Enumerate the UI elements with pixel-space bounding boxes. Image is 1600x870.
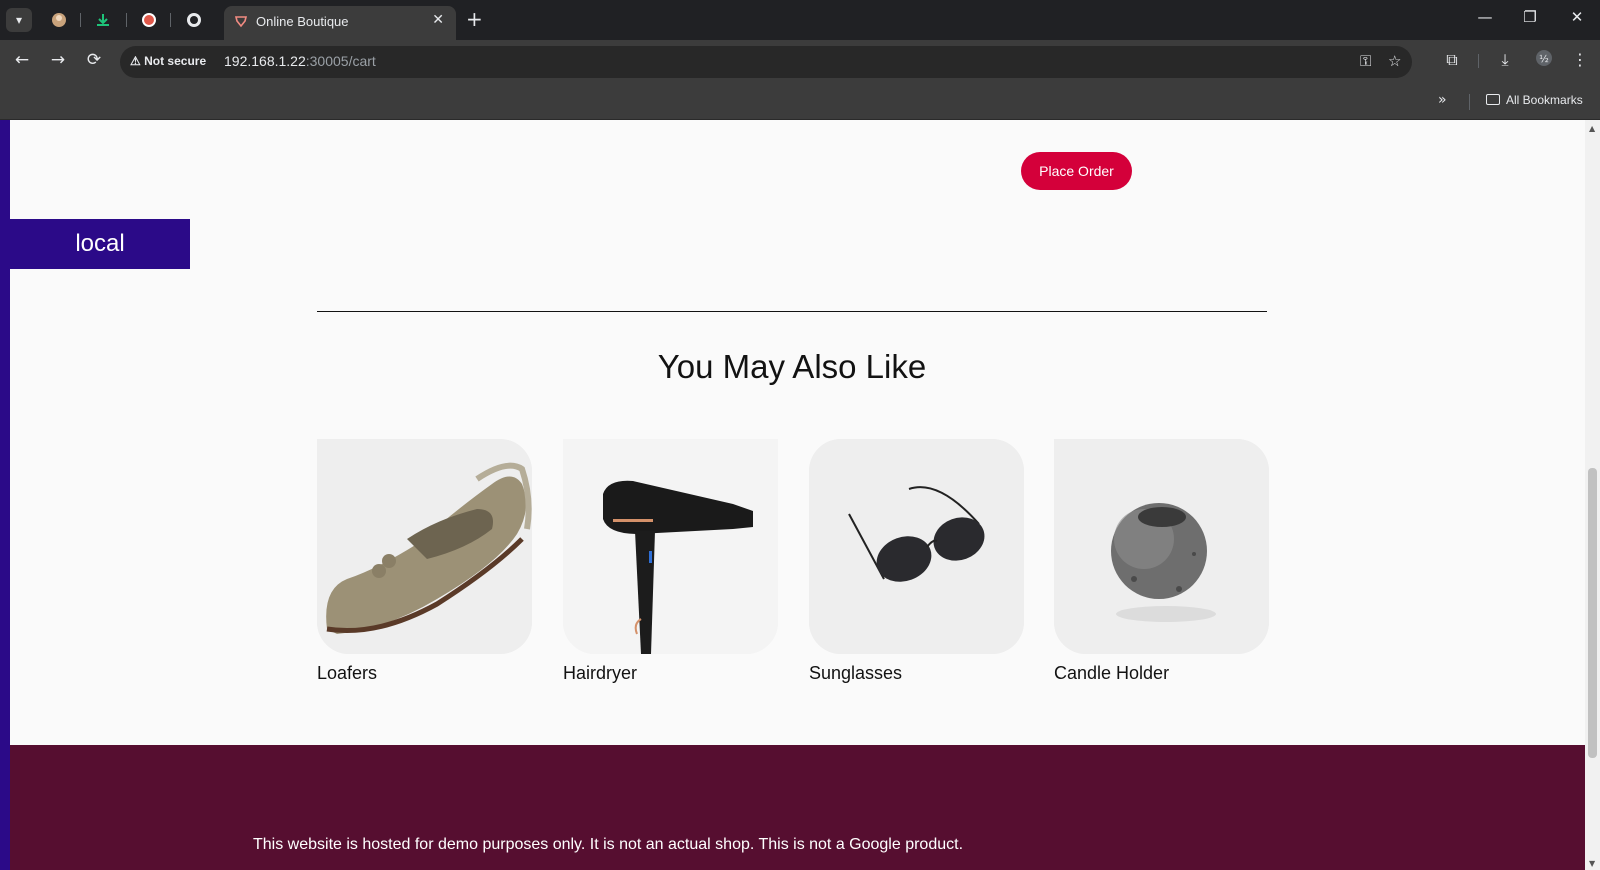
tab-separator <box>80 13 81 27</box>
product-card-sunglasses[interactable]: Sunglasses <box>809 439 1024 684</box>
environment-badge: local <box>10 219 190 269</box>
password-key-icon[interactable]: ⚿ <box>1360 52 1371 70</box>
security-label: Not secure <box>144 54 207 68</box>
address-bar[interactable]: ⚠ Not secure 192.168.1.22:30005/cart ⚿ ☆ <box>120 46 1412 78</box>
download-arrow-icon <box>97 14 109 26</box>
pinned-tab-github[interactable] <box>181 8 207 32</box>
product-name[interactable]: Loafers <box>317 663 532 684</box>
tab-separator <box>170 13 171 27</box>
hairdryer-image[interactable] <box>563 439 778 654</box>
section-divider <box>317 311 1267 312</box>
avatar-icon <box>52 13 66 27</box>
bookmarks-overflow-icon[interactable]: » <box>1438 92 1447 108</box>
warning-icon: ⚠ <box>130 54 141 68</box>
scroll-up-icon[interactable]: ▲ <box>1589 124 1595 133</box>
minimize-icon[interactable]: — <box>1470 8 1500 26</box>
tab-search-button[interactable]: ▾ <box>6 8 32 32</box>
recommendations-title: You May Also Like <box>657 348 927 385</box>
bookmarks-separator <box>1469 94 1470 110</box>
url-host: 192.168.1.22 <box>224 53 306 69</box>
product-card-hairdryer[interactable]: Hairdryer <box>563 439 778 684</box>
folder-icon <box>1486 94 1500 105</box>
profile-avatar[interactable]: ½ <box>1532 50 1556 70</box>
bookmarks-bar: » All Bookmarks <box>0 84 1600 120</box>
sunglasses-image[interactable] <box>809 439 1024 654</box>
tab-separator <box>126 13 127 27</box>
url-path: :30005/cart <box>305 53 376 69</box>
environment-strip <box>0 120 10 870</box>
reload-icon[interactable]: ⟳ <box>82 50 106 70</box>
scrollbar-thumb[interactable] <box>1588 468 1597 758</box>
bookmark-star-icon[interactable]: ☆ <box>1388 52 1401 70</box>
page-content: local Place Order You May Also Like Loaf… <box>0 120 1585 870</box>
forward-icon[interactable]: → <box>46 50 70 70</box>
candle-holder-image[interactable] <box>1054 439 1269 654</box>
close-tab-icon[interactable]: ✕ <box>432 12 444 28</box>
product-card-candle-holder[interactable]: Candle Holder <box>1054 439 1269 684</box>
svg-text:½: ½ <box>1539 53 1549 65</box>
pinned-tab-avatar[interactable] <box>46 8 72 32</box>
tab-title: Online Boutique <box>256 14 349 29</box>
url-text[interactable]: 192.168.1.22:30005/cart <box>224 53 376 69</box>
product-name[interactable]: Sunglasses <box>809 663 1024 684</box>
place-order-button[interactable]: Place Order <box>1021 152 1132 190</box>
restore-icon[interactable]: ❐ <box>1515 8 1545 26</box>
pinned-tab-app[interactable] <box>136 8 162 32</box>
profile-icon: ½ <box>1536 50 1552 66</box>
browser-toolbar: ← → ⟳ ⚠ Not secure 192.168.1.22:30005/ca… <box>0 40 1600 84</box>
loafers-image[interactable] <box>317 439 532 654</box>
security-indicator[interactable]: ⚠ Not secure <box>130 54 206 68</box>
new-tab-button[interactable]: + <box>466 8 483 30</box>
product-card-loafers[interactable]: Loafers <box>317 439 532 684</box>
page-scrollbar[interactable]: ▲ ▼ <box>1585 120 1600 870</box>
close-window-icon[interactable]: ✕ <box>1562 8 1592 26</box>
toolbar-separator <box>1478 54 1479 68</box>
product-name[interactable]: Hairdryer <box>563 663 778 684</box>
browser-menu-icon[interactable]: ⋮ <box>1568 50 1592 69</box>
footer-disclaimer: This website is hosted for demo purposes… <box>253 836 964 853</box>
tab-online-boutique[interactable]: Online Boutique ✕ <box>224 6 456 40</box>
downloads-icon[interactable]: ⤓ <box>1493 50 1517 70</box>
back-icon[interactable]: ← <box>10 50 34 70</box>
tab-strip: ▾ Online Boutique ✕ + — ❐ ✕ <box>0 0 1600 40</box>
pinned-tab-download[interactable] <box>90 8 116 32</box>
all-bookmarks-button[interactable]: All Bookmarks <box>1486 93 1583 107</box>
scroll-down-icon[interactable]: ▼ <box>1589 859 1595 868</box>
all-bookmarks-label: All Bookmarks <box>1506 93 1583 107</box>
boutique-favicon-icon <box>234 16 248 28</box>
site-footer: This website is hosted for demo purposes… <box>10 745 1585 870</box>
extensions-icon[interactable]: ⧉ <box>1440 50 1464 70</box>
app-logo-icon <box>142 13 156 27</box>
github-icon <box>187 13 201 27</box>
product-name[interactable]: Candle Holder <box>1054 663 1269 684</box>
